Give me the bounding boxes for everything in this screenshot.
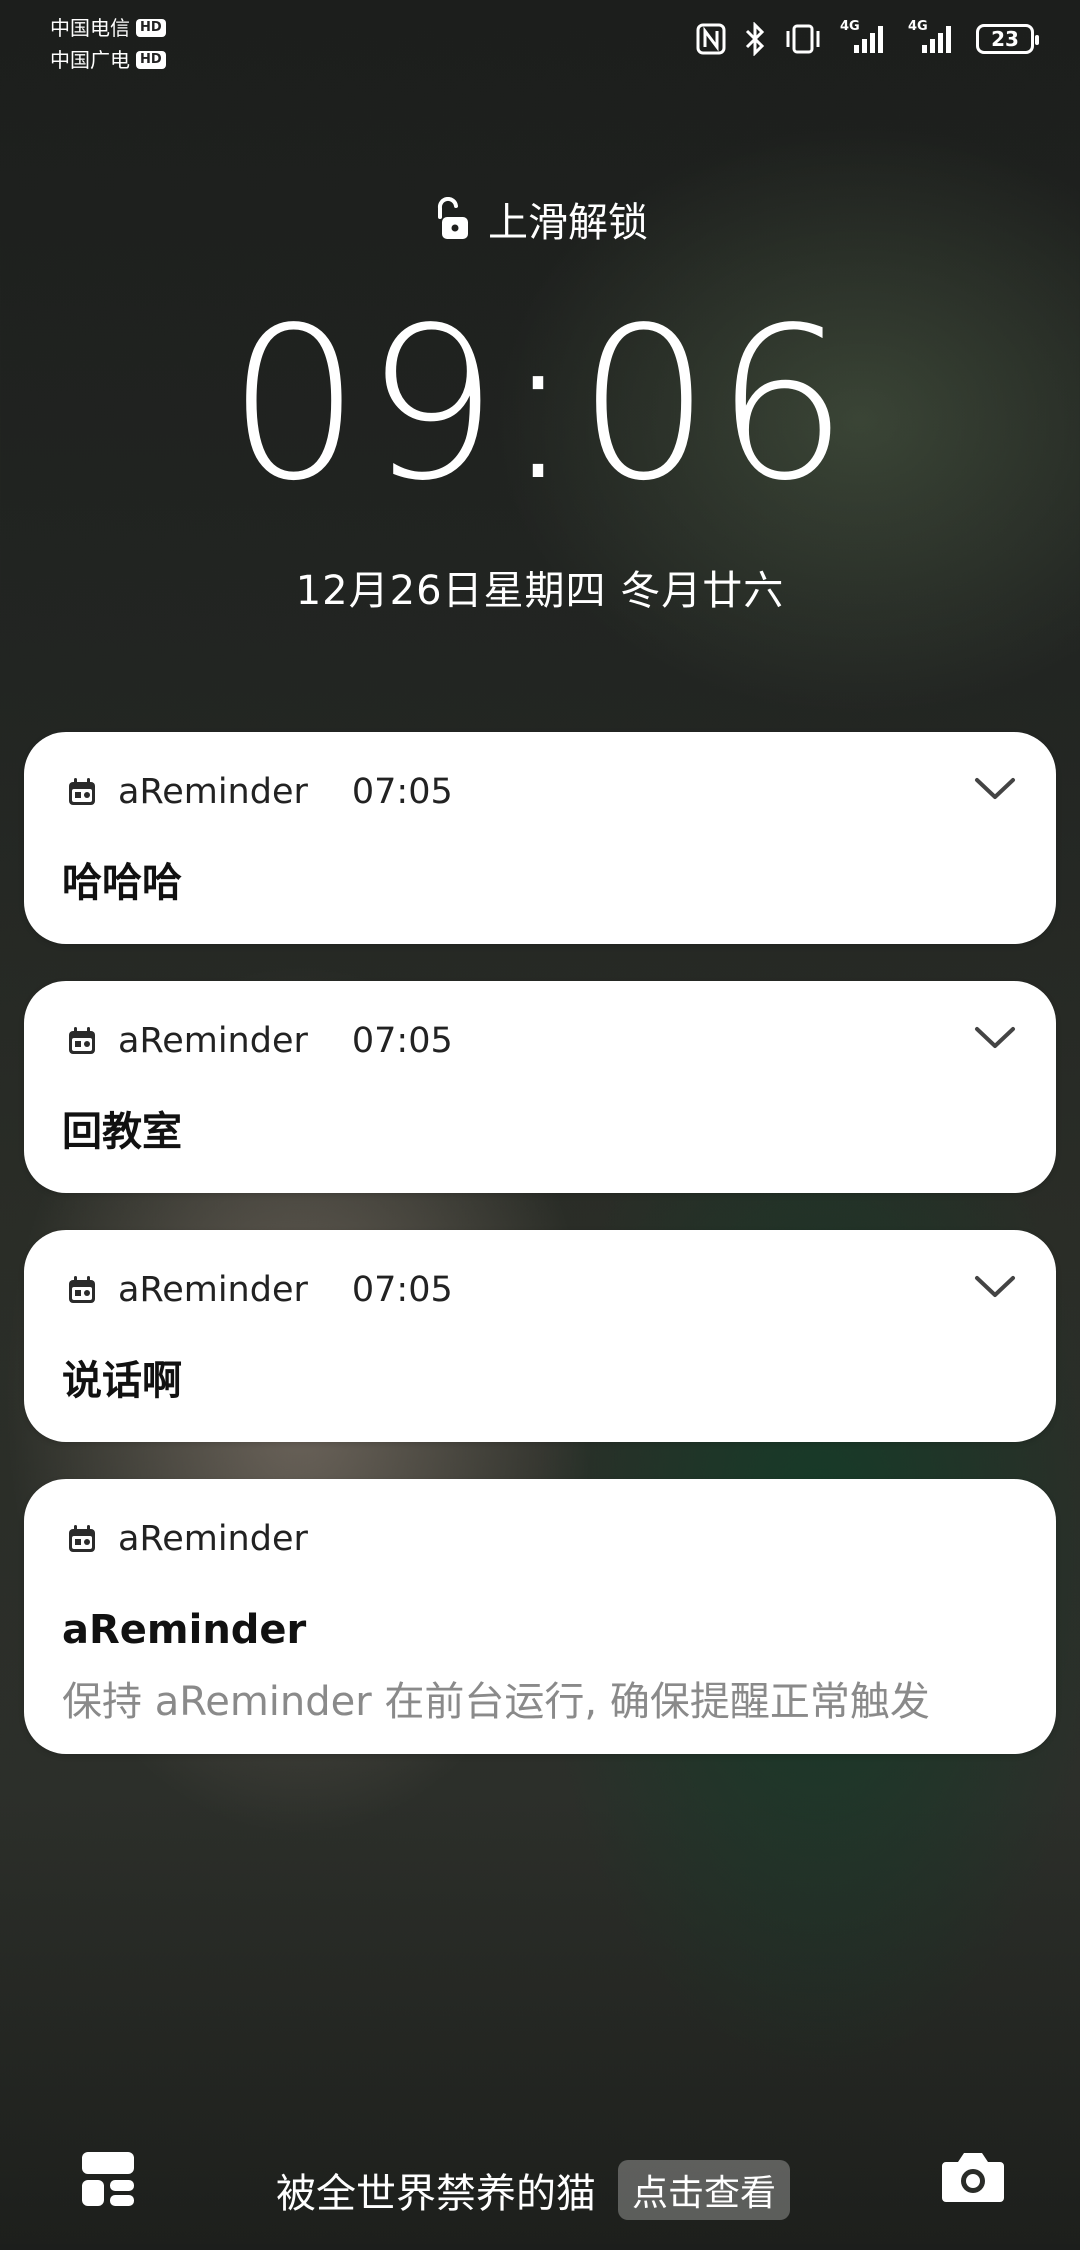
notification-title: 哈哈哈 [62, 860, 182, 906]
battery-level: 23 [991, 27, 1019, 51]
calendar-icon [69, 1276, 95, 1303]
notification-title: aReminder [62, 1607, 307, 1653]
notification-header: aReminder 07:05 [66, 1021, 453, 1061]
chevron-down-icon[interactable] [974, 1274, 1016, 1300]
vibrate-icon [786, 24, 820, 54]
swipe-to-unlock[interactable]: 上滑解锁 [0, 190, 1080, 248]
calendar-icon [69, 1525, 95, 1552]
lockscreen-bottom-bar: 被全世界禁养的猫 点击查看 [0, 2130, 1080, 2250]
carrier-2: 中国广电 [50, 48, 130, 72]
notification-time: 07:05 [351, 1270, 453, 1310]
notification-time: 07:05 [351, 772, 453, 812]
hd-badge-2: HD [136, 51, 166, 69]
notification-body: 保持 aReminder 在前台运行, 确保提醒正常触发 [62, 1679, 930, 1725]
notification-app-name: aReminder [118, 1270, 308, 1310]
notification-card[interactable]: aReminder 07:05 回教室 [24, 981, 1056, 1193]
widget-icon[interactable] [80, 2150, 136, 2208]
status-bar: 中国电信 HD 中国广电 HD 4G 4G 23 [0, 0, 1080, 80]
notification-app-name: aReminder [118, 1519, 308, 1559]
signal-2: 4G [908, 19, 958, 55]
notification-card[interactable]: aReminder 07:05 说话啊 [24, 1230, 1056, 1442]
chevron-down-icon[interactable] [974, 776, 1016, 802]
notification-title: 回教室 [62, 1109, 182, 1155]
lock-date: 12月26日星期四 冬月廿六 [295, 568, 785, 614]
battery-indicator: 23 [976, 24, 1039, 54]
view-wallpaper-button[interactable]: 点击查看 [618, 2160, 791, 2220]
notification-card[interactable]: aReminder 07:05 哈哈哈 [24, 732, 1056, 944]
notification-header: aReminder 07:05 [66, 772, 453, 812]
signal-strength-icon [854, 26, 883, 53]
nfc-icon [696, 23, 726, 55]
carrier-1: 中国电信 [50, 16, 130, 40]
notification-card[interactable]: aReminder aReminder 保持 aReminder 在前台运行, … [24, 1479, 1056, 1754]
notification-header: aReminder [66, 1519, 308, 1559]
hd-badge-1: HD [136, 19, 166, 37]
notification-app-name: aReminder [118, 1021, 308, 1061]
wallpaper-caption: 被全世界禁养的猫 点击查看 [276, 2160, 791, 2220]
signal-strength-icon [922, 26, 951, 53]
signal-1: 4G [840, 19, 890, 55]
carrier-info: 中国电信 HD 中国广电 HD [50, 12, 166, 76]
chevron-down-icon[interactable] [974, 1025, 1016, 1051]
wallpaper-title: 被全世界禁养的猫 [276, 2171, 596, 2217]
lock-clock: 09:06 [227, 282, 853, 527]
notification-header: aReminder 07:05 [66, 1270, 453, 1310]
calendar-icon [69, 778, 95, 805]
status-icons: 4G 4G 23 [696, 19, 1039, 56]
unlock-icon [437, 197, 468, 239]
notification-time: 07:05 [351, 1021, 453, 1061]
notification-title: 说话啊 [62, 1358, 182, 1404]
bluetooth-icon [745, 22, 765, 56]
unlock-text: 上滑解锁 [488, 200, 648, 246]
calendar-icon [69, 1027, 95, 1054]
notification-app-name: aReminder [118, 772, 308, 812]
camera-icon[interactable] [940, 2150, 1006, 2204]
